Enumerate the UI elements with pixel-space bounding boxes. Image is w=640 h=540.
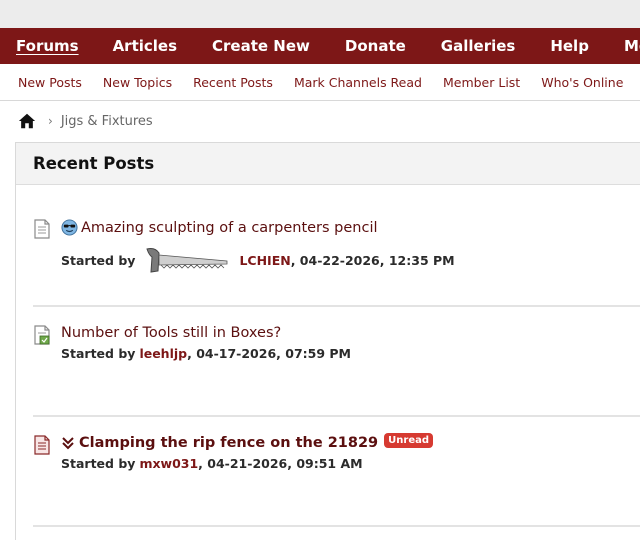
- post-item: Amazing sculpting of a carpenters pencil…: [33, 219, 640, 279]
- post-meta: Started by leehljp , 04-17-2026, 07:59 P…: [61, 346, 351, 361]
- post-author-link[interactable]: mxw031: [139, 456, 198, 471]
- nav-help[interactable]: Help: [550, 37, 589, 55]
- document-unread-icon: [34, 435, 50, 455]
- main-navigation: Forums Articles Create New Donate Galler…: [0, 28, 640, 64]
- subnav-new-posts[interactable]: New Posts: [18, 75, 82, 90]
- subnav-recent-posts[interactable]: Recent Posts: [193, 75, 273, 90]
- breadcrumb: › Jigs & Fixtures: [18, 110, 153, 132]
- nav-galleries[interactable]: Galleries: [441, 37, 516, 55]
- recent-posts-panel: Recent Posts Amazing sculpting of a carp…: [15, 142, 640, 540]
- post-meta: Started by LCHIEN , 04-22-2026, 12:35 PM: [61, 245, 455, 275]
- saw-signature-icon: [146, 248, 228, 273]
- double-chevron-down-icon[interactable]: [61, 436, 75, 450]
- panel-title: Recent Posts: [33, 154, 155, 173]
- post-meta: Started by mxw031 , 04-21-2026, 09:51 AM: [61, 456, 363, 471]
- post-title-row: Number of Tools still in Boxes?: [61, 325, 281, 341]
- post-title-link[interactable]: Amazing sculpting of a carpenters pencil: [81, 220, 378, 236]
- subnav-mark-channels-read[interactable]: Mark Channels Read: [294, 75, 422, 90]
- post-author-link[interactable]: LCHIEN: [239, 253, 290, 268]
- post-author-link[interactable]: leehljp: [139, 346, 187, 361]
- unread-badge: Unread: [384, 432, 434, 448]
- post-datetime: , 04-22-2026, 12:35 PM: [290, 252, 455, 268]
- panel-header: Recent Posts: [16, 143, 640, 185]
- post-datetime: , 04-17-2026, 07:59 PM: [187, 346, 351, 361]
- post-title-link[interactable]: Clamping the rip fence on the 21829: [79, 435, 378, 451]
- post-divider: [33, 415, 640, 417]
- post-title-row: Amazing sculpting of a carpenters pencil: [61, 219, 378, 236]
- nav-create-new[interactable]: Create New: [212, 37, 310, 55]
- smiley-sunglasses-icon: [61, 219, 78, 236]
- nav-moderation[interactable]: Moderation: [624, 37, 640, 55]
- post-item: Clamping the rip fence on the 21829 Unre…: [33, 432, 640, 479]
- post-title-row: Clamping the rip fence on the 21829 Unre…: [61, 432, 434, 451]
- subnav-new-topics[interactable]: New Topics: [103, 75, 172, 90]
- subnav-whos-online[interactable]: Who's Online: [541, 75, 623, 90]
- document-icon: [34, 219, 50, 239]
- breadcrumb-jigs-fixtures[interactable]: Jigs & Fixtures: [61, 114, 153, 129]
- subnav-member-list[interactable]: Member List: [443, 75, 520, 90]
- started-by-label: Started by: [61, 456, 136, 471]
- post-item: Number of Tools still in Boxes? Started …: [33, 325, 640, 369]
- started-by-label: Started by: [61, 252, 136, 268]
- breadcrumb-separator-icon: ›: [48, 114, 53, 128]
- post-divider: [33, 305, 640, 307]
- post-datetime: , 04-21-2026, 09:51 AM: [198, 456, 363, 471]
- nav-donate[interactable]: Donate: [345, 37, 406, 55]
- document-attachment-icon: [34, 325, 50, 345]
- browser-top-strip: [0, 0, 640, 28]
- post-title-link[interactable]: Number of Tools still in Boxes?: [61, 325, 281, 341]
- nav-articles[interactable]: Articles: [113, 37, 177, 55]
- post-divider: [33, 525, 640, 527]
- sub-navigation: New Posts New Topics Recent Posts Mark C…: [0, 64, 640, 101]
- home-icon[interactable]: [18, 112, 36, 130]
- nav-forums[interactable]: Forums: [16, 37, 79, 55]
- started-by-label: Started by: [61, 346, 136, 361]
